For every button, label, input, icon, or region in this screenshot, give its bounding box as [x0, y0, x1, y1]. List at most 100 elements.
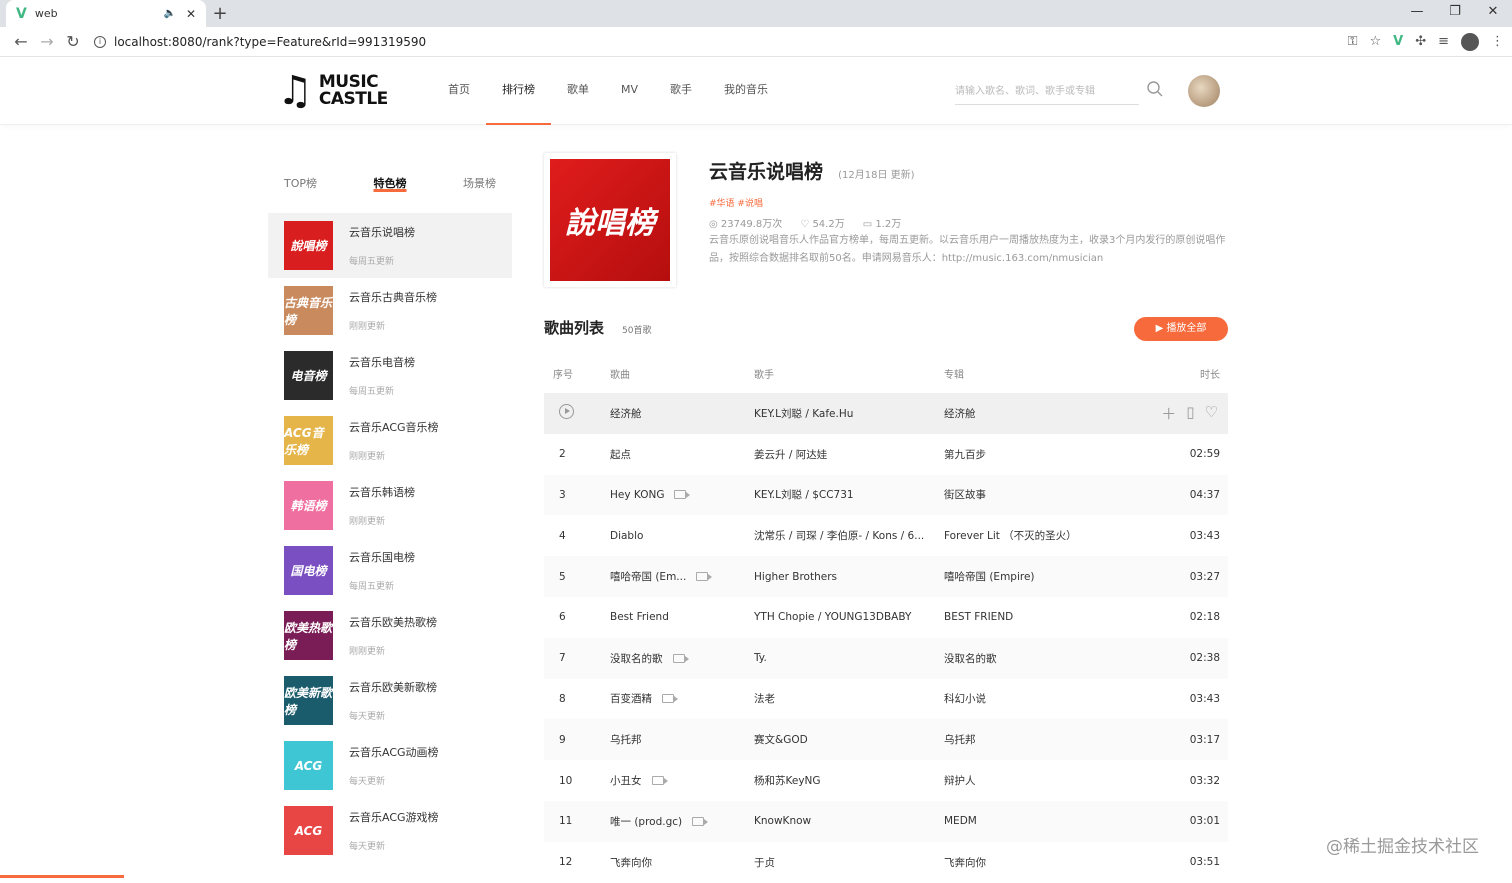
- speaker-icon[interactable]: 🔈: [163, 8, 175, 19]
- nav-item-1[interactable]: 排行榜: [486, 57, 551, 125]
- url-field[interactable]: i localhost:8080/rank?type=Feature&rId=9…: [86, 27, 1348, 57]
- close-tab-icon[interactable]: ✕: [186, 7, 196, 21]
- row-song[interactable]: 唯一 (prod.gc): [610, 814, 754, 829]
- rank-item[interactable]: 說唱榜 云音乐说唱榜 每周五更新: [268, 213, 512, 278]
- row-song[interactable]: 经济舱: [610, 406, 754, 421]
- play-all-button[interactable]: ▶ 播放全部: [1134, 317, 1228, 341]
- row-album[interactable]: 科幻小说: [944, 691, 1154, 706]
- rank-tags[interactable]: #华语 #说唱: [709, 196, 1234, 209]
- row-album[interactable]: 乌托邦: [944, 732, 1154, 747]
- table-row[interactable]: 9 乌托邦 赛文&GOD 乌托邦 03:17: [544, 719, 1228, 761]
- table-row[interactable]: 8 百变酒精 法老 科幻小说 03:43: [544, 679, 1228, 720]
- maximize-icon[interactable]: ❐: [1436, 0, 1474, 27]
- rank-item[interactable]: 韩语榜 云音乐韩语榜 刚刚更新: [268, 473, 512, 538]
- add-icon[interactable]: ＋: [1161, 403, 1176, 424]
- row-song[interactable]: Diablo: [610, 530, 754, 542]
- nav-item-2[interactable]: 歌单: [551, 57, 605, 125]
- row-artist[interactable]: 于贞: [754, 855, 944, 870]
- row-album[interactable]: 辩护人: [944, 773, 1154, 788]
- rank-tab-1[interactable]: 特色榜: [374, 175, 407, 191]
- nav-item-0[interactable]: 首页: [432, 57, 486, 125]
- nav-item-5[interactable]: 我的音乐: [708, 57, 784, 125]
- row-song[interactable]: Best Friend: [610, 611, 754, 623]
- star-icon[interactable]: ☆: [1369, 34, 1381, 49]
- vue-devtools-icon[interactable]: V: [1393, 34, 1403, 49]
- playlist-icon[interactable]: ≡: [1438, 34, 1449, 49]
- row-artist[interactable]: 姜云升 / 阿达娃: [754, 447, 944, 462]
- table-row[interactable]: 10 小丑女 杨和苏KeyNG 辩护人 03:32: [544, 760, 1228, 801]
- row-song[interactable]: 乌托邦: [610, 732, 754, 747]
- row-song[interactable]: 起点: [610, 447, 754, 462]
- row-album[interactable]: MEDM: [944, 815, 1154, 827]
- table-row[interactable]: 2 起点 姜云升 / 阿达娃 第九百步 02:59: [544, 434, 1228, 475]
- search-icon[interactable]: [1146, 80, 1164, 98]
- mv-icon[interactable]: [696, 572, 713, 582]
- table-row[interactable]: 12 飞奔向你 于贞 飞奔向你 03:51: [544, 842, 1228, 883]
- info-icon[interactable]: i: [94, 35, 106, 48]
- menu-icon[interactable]: ⋮: [1491, 34, 1504, 49]
- mv-icon[interactable]: [692, 816, 709, 826]
- rank-tab-2[interactable]: 场景榜: [463, 175, 496, 191]
- row-album[interactable]: 嘻哈帝国 (Empire): [944, 569, 1154, 584]
- row-song[interactable]: 没取名的歌: [610, 651, 754, 666]
- forward-icon[interactable]: →: [34, 32, 60, 51]
- rank-item[interactable]: 电音榜 云音乐电音榜 每周五更新: [268, 343, 512, 408]
- row-artist[interactable]: Ty.: [754, 652, 944, 664]
- table-row[interactable]: 3 Hey KONG KEY.L刘聪 / $CC731 街区故事 04:37: [544, 474, 1228, 516]
- row-artist[interactable]: 赛文&GOD: [754, 732, 944, 747]
- table-row[interactable]: 7 没取名的歌 Ty. 没取名的歌 02:38: [544, 637, 1228, 679]
- mv-icon[interactable]: [674, 490, 691, 500]
- row-song[interactable]: 飞奔向你: [610, 855, 754, 870]
- row-song[interactable]: 小丑女: [610, 773, 754, 788]
- minimize-icon[interactable]: —: [1398, 0, 1436, 27]
- rank-item[interactable]: 古典音乐榜 云音乐古典音乐榜 刚刚更新: [268, 278, 512, 343]
- table-row[interactable]: 经济舱 KEY.L刘聪 / Kafe.Hu 经济舱 ＋ ▯ ♡: [544, 393, 1228, 434]
- rank-item[interactable]: 欧美热歌榜 云音乐欧美热歌榜 刚刚更新: [268, 603, 512, 668]
- row-artist[interactable]: 杨和苏KeyNG: [754, 773, 944, 788]
- puzzle-icon[interactable]: ✣: [1415, 34, 1426, 49]
- close-window-icon[interactable]: ✕: [1474, 0, 1512, 27]
- favorite-icon[interactable]: ♡: [1205, 403, 1218, 424]
- browser-tab[interactable]: V web 🔈 ✕: [6, 0, 206, 27]
- rank-item[interactable]: ACG 云音乐ACG游戏榜 每天更新: [268, 798, 512, 863]
- key-icon[interactable]: ⚿: [1348, 34, 1358, 49]
- row-album[interactable]: Forever Lit （不灭的圣火）: [944, 528, 1154, 543]
- row-album[interactable]: 没取名的歌: [944, 651, 1154, 666]
- mv-icon[interactable]: [651, 776, 668, 786]
- search-input[interactable]: 请输入歌名、歌词、歌手或专辑: [955, 79, 1139, 105]
- rank-tab-0[interactable]: TOP榜: [284, 175, 317, 191]
- row-artist[interactable]: KnowKnow: [754, 815, 944, 827]
- row-artist[interactable]: KEY.L刘聪 / Kafe.Hu: [754, 406, 944, 421]
- row-artist[interactable]: YTH Chopie / YOUNG13DBABY: [754, 611, 944, 623]
- row-song[interactable]: 嘻哈帝国 (Em...: [610, 569, 754, 584]
- row-song[interactable]: Hey KONG: [610, 489, 754, 501]
- table-row[interactable]: 4 Diablo 沈常乐 / 司琛 / 李伯原- / Kons / 6... Fore…: [544, 515, 1228, 556]
- table-row[interactable]: 11 唯一 (prod.gc) KnowKnow MEDM 03:01: [544, 800, 1228, 842]
- row-artist[interactable]: 沈常乐 / 司琛 / 李伯原- / Kons / 6...: [754, 528, 944, 543]
- nav-item-4[interactable]: 歌手: [654, 57, 708, 125]
- row-song[interactable]: 百变酒精: [610, 691, 754, 706]
- row-artist[interactable]: KEY.L刘聪 / $CC731: [754, 487, 944, 502]
- reload-icon[interactable]: ↻: [60, 32, 86, 51]
- row-album[interactable]: 第九百步: [944, 447, 1154, 462]
- row-album[interactable]: BEST FRIEND: [944, 611, 1154, 623]
- mv-icon[interactable]: [662, 694, 678, 704]
- row-album[interactable]: 经济舱: [944, 406, 1154, 421]
- user-avatar[interactable]: [1188, 75, 1220, 107]
- rank-item[interactable]: ACG 云音乐ACG动画榜 每天更新: [268, 733, 512, 798]
- row-album[interactable]: 飞奔向你: [944, 855, 1154, 870]
- add-to-playlist-icon[interactable]: ▯: [1186, 403, 1194, 424]
- rank-item[interactable]: 欧美新歌榜 云音乐欧美新歌榜 每天更新: [268, 668, 512, 733]
- table-row[interactable]: 6 Best Friend YTH Chopie / YOUNG13DBABY BES…: [544, 597, 1228, 638]
- new-tab-button[interactable]: +: [206, 0, 234, 27]
- rank-item[interactable]: 国电榜 云音乐国电榜 每周五更新: [268, 538, 512, 603]
- play-icon[interactable]: [559, 404, 574, 420]
- row-artist[interactable]: Higher Brothers: [754, 571, 944, 583]
- back-icon[interactable]: ←: [8, 32, 34, 51]
- rank-item[interactable]: ACG音乐榜 云音乐ACG音乐榜 刚刚更新: [268, 408, 512, 473]
- table-row[interactable]: 5 嘻哈帝国 (Em... Higher Brothers 嘻哈帝国 (Empire)…: [544, 556, 1228, 597]
- profile-icon[interactable]: [1461, 32, 1479, 51]
- row-album[interactable]: 街区故事: [944, 487, 1154, 502]
- row-play[interactable]: [544, 404, 610, 422]
- nav-item-3[interactable]: MV: [605, 57, 654, 125]
